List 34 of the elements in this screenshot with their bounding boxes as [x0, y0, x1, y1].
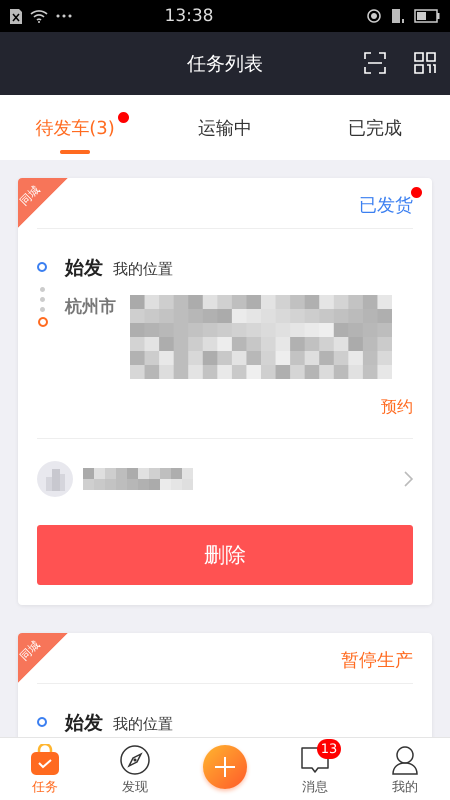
- origin-marker-icon: [37, 262, 47, 272]
- status-text: 暂停生产: [341, 649, 413, 672]
- qr-code-icon[interactable]: [414, 52, 436, 74]
- nav-tab[interactable]: 13 消息: [270, 738, 360, 800]
- nav-tab[interactable]: 我的: [360, 738, 450, 800]
- origin-label: 始发: [65, 256, 103, 281]
- route-dots-icon: [37, 287, 48, 327]
- plus-icon: [213, 755, 237, 779]
- more-dots-icon: [56, 14, 72, 18]
- building-avatar-icon: [37, 461, 73, 497]
- tab-underline: [60, 150, 90, 154]
- nav-tab[interactable]: 发现: [90, 738, 180, 800]
- origin-place: 我的位置: [113, 260, 173, 279]
- task-bag-icon: [29, 744, 61, 776]
- status-tab[interactable]: 运输中: [150, 95, 300, 160]
- origin-marker-icon: [37, 717, 47, 727]
- location-icon: [366, 8, 382, 24]
- destination-city: 杭州市: [65, 296, 116, 319]
- clock-time: 13:38: [164, 6, 214, 26]
- tag-text: 同城: [16, 637, 44, 664]
- battery-icon: [414, 9, 440, 23]
- add-button[interactable]: [203, 745, 247, 789]
- tag-text: 同城: [16, 182, 44, 209]
- origin-label: 始发: [65, 711, 103, 736]
- compass-icon: [119, 744, 151, 776]
- scan-icon[interactable]: [364, 52, 386, 74]
- message-count-badge: 13: [317, 739, 341, 759]
- origin-place: 我的位置: [113, 715, 173, 734]
- status-text: 已发货: [359, 189, 413, 217]
- sim-icon: [10, 8, 22, 24]
- wifi-icon: [30, 9, 48, 23]
- status-tab[interactable]: 已完成: [300, 95, 450, 160]
- page-title: 任务列表: [187, 52, 263, 76]
- phone-signal-icon: [390, 8, 406, 24]
